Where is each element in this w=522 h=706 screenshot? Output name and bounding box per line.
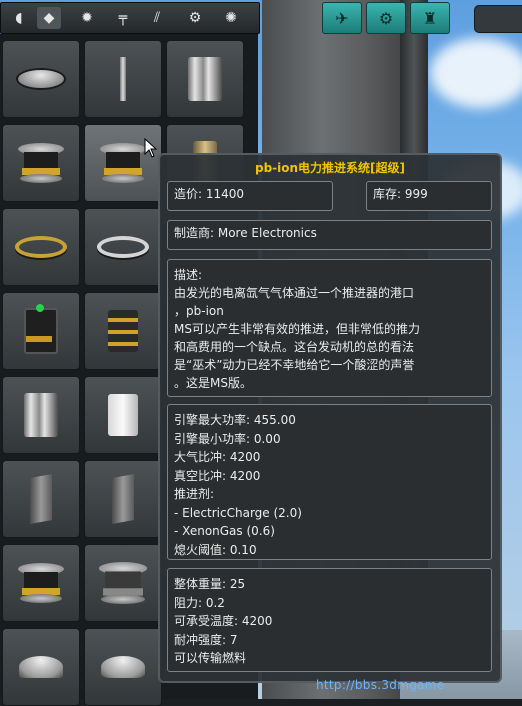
part-title: pb-ion电力推进系统[超级] bbox=[254, 161, 406, 175]
part-item[interactable] bbox=[2, 628, 80, 706]
part-category-bar: ◖ ◆ ✹ ╤ ⫽ ⚙ ✺ bbox=[0, 2, 260, 34]
science-icon[interactable]: ✺ bbox=[219, 7, 243, 29]
disc-part-icon bbox=[16, 68, 66, 90]
part-item[interactable] bbox=[84, 208, 162, 286]
dome-part-icon bbox=[19, 656, 63, 678]
engine-part-icon bbox=[98, 562, 148, 604]
cloud bbox=[430, 38, 522, 108]
bracket-part-icon bbox=[30, 474, 52, 524]
ring-part-icon bbox=[15, 236, 67, 258]
stock-field: 库存: 999 bbox=[366, 181, 492, 211]
part-item[interactable] bbox=[84, 628, 162, 706]
strut-part-icon bbox=[120, 57, 126, 101]
battery-part-icon bbox=[24, 304, 58, 354]
ring-part-icon bbox=[97, 236, 149, 258]
part-item[interactable] bbox=[2, 124, 80, 202]
structural-icon[interactable]: ╤ bbox=[111, 7, 135, 29]
cost-field: 造价: 11400 bbox=[167, 181, 333, 211]
part-item[interactable] bbox=[2, 460, 80, 538]
part-item[interactable] bbox=[2, 376, 80, 454]
tank-part-icon bbox=[24, 393, 58, 437]
utility-icon[interactable]: ⚙ bbox=[183, 7, 207, 29]
dome-part-icon bbox=[101, 656, 145, 678]
editor-tabs: ✈ ⚙ ♜ bbox=[322, 2, 454, 34]
part-item-selected[interactable] bbox=[84, 124, 162, 202]
part-item[interactable] bbox=[2, 208, 80, 286]
mouse-cursor-icon bbox=[144, 138, 158, 158]
part-item[interactable] bbox=[84, 376, 162, 454]
container-part-icon bbox=[108, 394, 138, 436]
part-info-tooltip: pb-ion电力推进系统[超级] 造价: 11400 库存: 999 制造商: … bbox=[158, 153, 502, 683]
ion-engine-part-icon bbox=[18, 143, 64, 183]
actions-icon[interactable]: ✈ bbox=[322, 2, 362, 34]
part-item[interactable] bbox=[84, 292, 162, 370]
top-toolbar: ◖ ◆ ✹ ╤ ⫽ ⚙ ✺ ✈ ⚙ ♜ bbox=[0, 0, 522, 34]
search-input[interactable] bbox=[474, 5, 522, 33]
part-item[interactable] bbox=[84, 40, 162, 118]
physical-stats-field: 整体重量: 25 阻力: 0.2 可承受温度: 4200 耐冲强度: 7 可以传… bbox=[167, 568, 492, 672]
watermark-text: http://bbs.3dmgame bbox=[316, 678, 445, 692]
pod-icon[interactable]: ◖ bbox=[7, 7, 31, 29]
part-item[interactable] bbox=[2, 544, 80, 622]
engine-icon[interactable]: ✹ bbox=[75, 7, 99, 29]
part-item[interactable] bbox=[166, 40, 244, 118]
fuel-tank-icon[interactable]: ◆ bbox=[37, 7, 61, 29]
aero-icon[interactable]: ⫽ bbox=[145, 7, 169, 29]
part-item[interactable] bbox=[2, 40, 80, 118]
manufacturer-field: 制造商: More Electronics bbox=[167, 220, 492, 250]
part-item[interactable] bbox=[84, 544, 162, 622]
part-item[interactable] bbox=[84, 460, 162, 538]
ion-engine-part-icon bbox=[100, 143, 146, 183]
description-field: 描述: 由发光的电离氙气气体通过一个推进器的港口 ，pb-ion MS可以产生非… bbox=[167, 259, 492, 397]
part-item[interactable] bbox=[2, 292, 80, 370]
bracket-part-icon bbox=[112, 474, 134, 524]
tank-part-icon bbox=[188, 57, 222, 101]
xenon-tank-part-icon bbox=[108, 310, 138, 352]
engine-stats-field: 引擎最大功率: 455.00 引擎最小功率: 0.00 大气比冲: 4200 真… bbox=[167, 404, 492, 560]
ion-engine-part-icon bbox=[18, 563, 64, 603]
crew-icon[interactable]: ♜ bbox=[410, 2, 450, 34]
settings-gear-icon[interactable]: ⚙ bbox=[366, 2, 406, 34]
